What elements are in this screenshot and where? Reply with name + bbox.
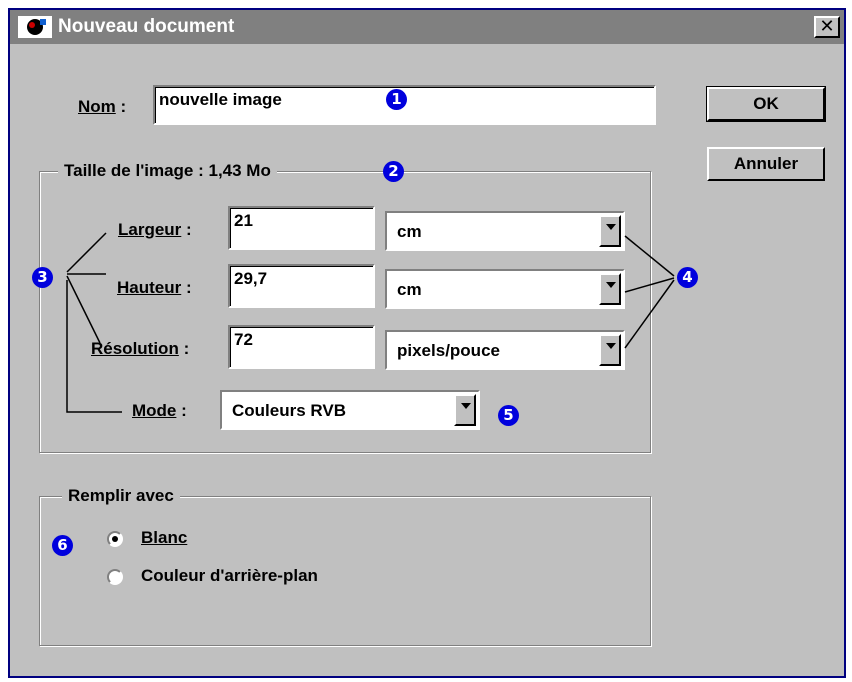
callout-3: 3 (32, 267, 53, 288)
fill-white-label[interactable]: Blanc (141, 528, 187, 548)
fill-group (39, 496, 651, 646)
fill-background-radio[interactable] (107, 569, 123, 585)
fill-background-label-text: Couleur d'arrière-plan (141, 566, 318, 585)
fill-background-label[interactable]: Couleur d'arrière-plan (141, 566, 318, 586)
fill-legend: Remplir avec (62, 486, 180, 506)
callout-6: 6 (52, 535, 73, 556)
fill-white-radio[interactable] (107, 531, 123, 547)
new-document-dialog: Nouveau document ✕ Nom : nouvelle image … (8, 8, 846, 678)
callout-4: 4 (677, 267, 698, 288)
fill-white-label-text: Blanc (141, 528, 188, 547)
